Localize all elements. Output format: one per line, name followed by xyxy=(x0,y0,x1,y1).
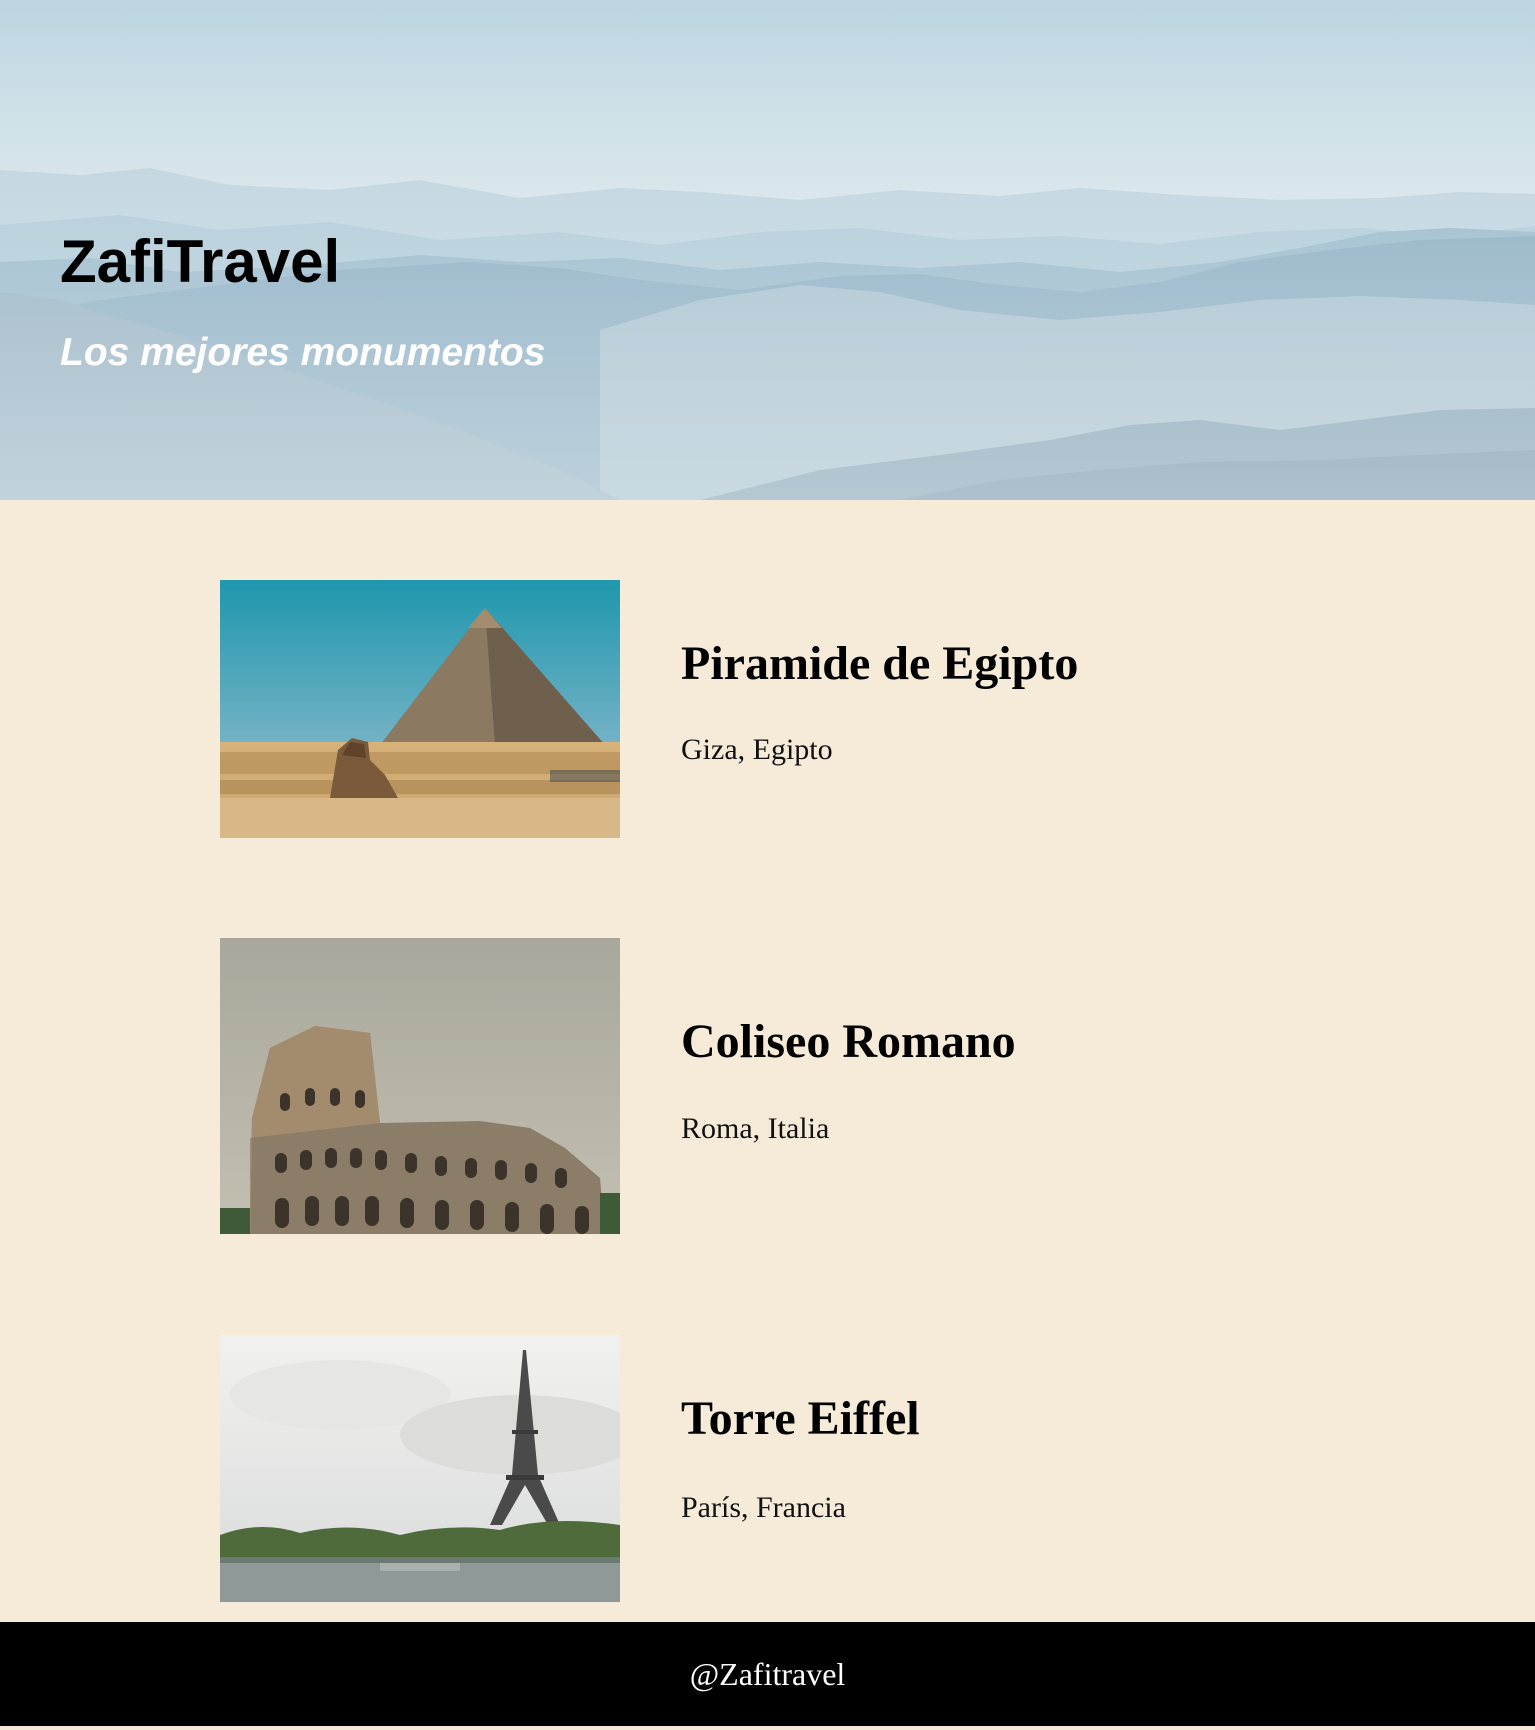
monument-location: Roma, Italia xyxy=(681,1112,830,1145)
monument-image xyxy=(220,938,620,1234)
footer-handle: @Zafitravel xyxy=(689,1655,846,1692)
monument-name: Torre Eiffel xyxy=(681,1392,920,1445)
monument-name: Piramide de Egipto xyxy=(681,637,1079,690)
monument-location: París, Francia xyxy=(681,1491,846,1524)
site-subtitle: Los mejores monumentos xyxy=(60,331,546,374)
footer: @Zafitravel xyxy=(0,1622,1535,1726)
monument-image xyxy=(220,580,620,838)
monument-card: Torre Eiffel París, Francia xyxy=(220,1335,1320,1602)
colosseum-image xyxy=(220,938,620,1234)
monument-image xyxy=(220,1335,620,1602)
site-title: ZafiTravel xyxy=(60,228,341,295)
pyramid-sphinx-image xyxy=(220,580,620,838)
eiffel-tower-image xyxy=(220,1335,620,1602)
hero-banner: ZafiTravel Los mejores monumentos xyxy=(0,0,1535,500)
monument-card: Coliseo Romano Roma, Italia xyxy=(220,938,1320,1234)
monument-location: Giza, Egipto xyxy=(681,733,833,766)
monument-card: Piramide de Egipto Giza, Egipto xyxy=(220,580,1320,838)
monument-name: Coliseo Romano xyxy=(681,1015,1016,1068)
